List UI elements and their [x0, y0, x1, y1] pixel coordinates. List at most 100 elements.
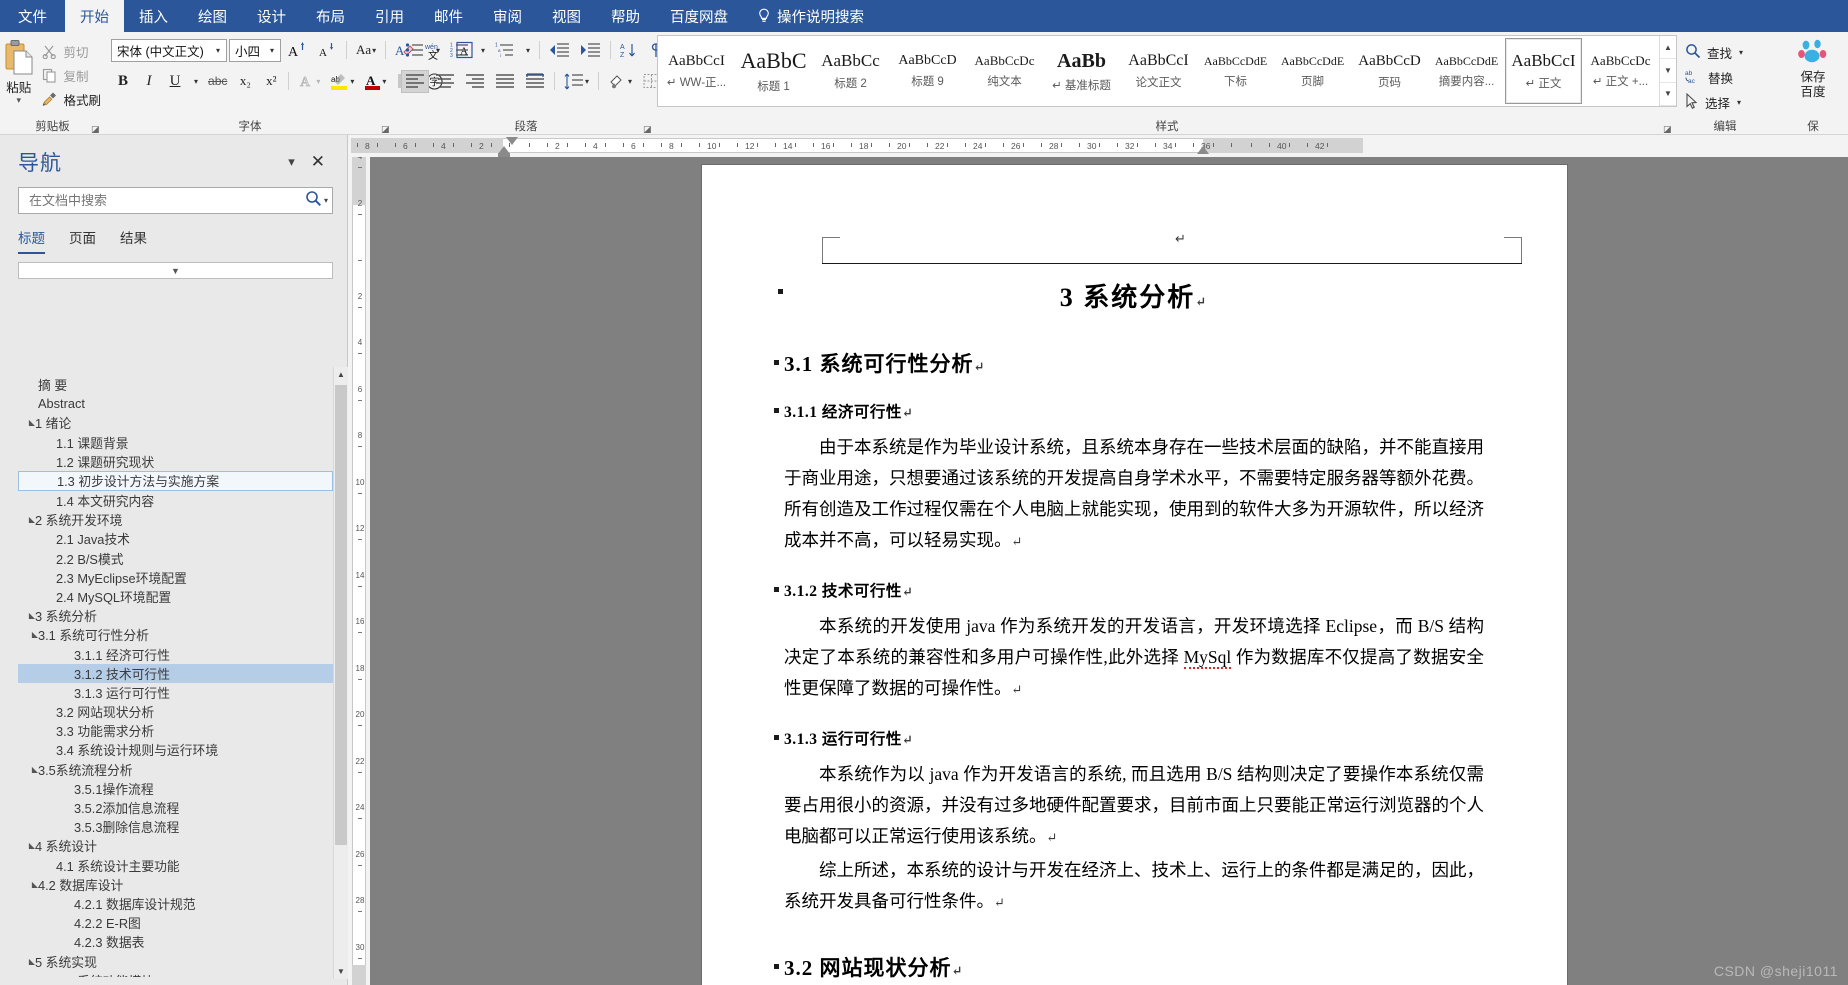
scrollbar-thumb[interactable]: [335, 385, 347, 845]
toc-item[interactable]: 3.1.2 技术可行性: [18, 663, 333, 683]
search-input-wrap[interactable]: ▾: [18, 187, 333, 214]
numbering-button[interactable]: 123: [446, 39, 474, 62]
style-item[interactable]: AaBb ↵ 基准标题: [1043, 38, 1120, 104]
tab-draw[interactable]: 绘图: [183, 0, 242, 32]
toc-item[interactable]: 1.3 初步设计方法与实施方案: [18, 470, 333, 491]
styles-dialog-launcher[interactable]: ◪: [1663, 124, 1673, 134]
highlight-button[interactable]: ab ▾: [326, 70, 358, 93]
style-item[interactable]: AaBbCc 标题 2: [812, 38, 889, 104]
toc-item[interactable]: 3.5.3删除信息流程: [18, 817, 333, 836]
collapse-triangle-icon[interactable]: ◢: [25, 880, 38, 889]
collapse-triangle-icon[interactable]: ◢: [22, 611, 35, 620]
toc-item[interactable]: 1.1 课题背景: [18, 433, 333, 452]
toc-item[interactable]: ◢ 5 系统实现: [18, 951, 333, 970]
toc-item[interactable]: 4.2.1 数据库设计规范: [18, 894, 333, 913]
format-painter-button[interactable]: 格式刷: [37, 89, 105, 110]
style-item[interactable]: AaBbC 标题 1: [735, 38, 812, 104]
tab-design[interactable]: 设计: [242, 0, 301, 32]
close-icon[interactable]: ✕: [303, 152, 333, 172]
tab-help[interactable]: 帮助: [596, 0, 655, 32]
align-center-button[interactable]: [431, 70, 459, 93]
document-area[interactable]: ↵ 3 系统分析↵ 3.1 系统可行性分析↵ 3.1.1 经济可行性↵ 由于本系统是…: [370, 157, 1848, 985]
toc-item[interactable]: 3.4 系统设计规则与运行环境: [18, 740, 333, 759]
toc-item[interactable]: 4.1 系统设计主要功能: [18, 856, 333, 875]
strikethrough-button[interactable]: abc: [204, 70, 231, 93]
change-case-button[interactable]: Aa ▾: [352, 39, 380, 62]
shading-button[interactable]: ▾: [604, 70, 636, 93]
clipboard-dialog-launcher[interactable]: ◪: [91, 124, 101, 134]
collapse-triangle-icon[interactable]: ◢: [22, 418, 35, 427]
font-dialog-launcher[interactable]: ◪: [381, 124, 391, 134]
distribute-button[interactable]: [521, 70, 549, 93]
increase-indent-button[interactable]: [576, 39, 605, 62]
scroll-down-button[interactable]: ▼: [334, 964, 348, 979]
toc-item[interactable]: 3.1.3 运行可行性: [18, 683, 333, 702]
toc-item[interactable]: ◢ 3 系统分析: [18, 606, 333, 625]
text-effects-button[interactable]: A ▾: [294, 70, 324, 93]
document-body[interactable]: 3 系统分析↵ 3.1 系统可行性分析↵ 3.1.1 经济可行性↵ 由于本系统是作为…: [774, 277, 1484, 985]
vertical-ruler[interactable]: 4224681012141618202224262830: [348, 135, 370, 985]
underline-button[interactable]: U: [163, 70, 187, 93]
style-item[interactable]: AaBbCcD 页码: [1351, 38, 1428, 104]
toc-item[interactable]: 2.3 MyEclipse环境配置: [18, 568, 333, 587]
horizontal-ruler[interactable]: 8 6 4 2 2 4 6 8 10 12 14 16 18 20 22 24 26 28 30 32 34 36 40 42: [351, 135, 1848, 157]
toc-item[interactable]: 2.1 Java技术: [18, 529, 333, 548]
align-right-button[interactable]: [461, 70, 489, 93]
toc-item[interactable]: 4.2.2 E-R图: [18, 913, 333, 932]
style-item[interactable]: AaBbCcDc 纯文本: [966, 38, 1043, 104]
styles-gallery-scroll[interactable]: ▲ ▼ ▼: [1659, 36, 1676, 106]
document-page[interactable]: ↵ 3 系统分析↵ 3.1 系统可行性分析↵ 3.1.1 经济可行性↵ 由于本系统是…: [702, 165, 1567, 985]
tab-home[interactable]: 开始: [65, 0, 124, 32]
italic-button[interactable]: I: [137, 70, 161, 93]
multilevel-list-button[interactable]: 1ai: [491, 39, 519, 62]
styles-scroll-up[interactable]: ▲: [1660, 36, 1676, 60]
nav-tab-results[interactable]: 结果: [120, 227, 147, 254]
grow-font-button[interactable]: A: [283, 39, 311, 62]
nav-collapse-bar[interactable]: ▼: [18, 262, 333, 279]
first-line-indent-marker[interactable]: [506, 137, 518, 145]
search-options-caret-icon[interactable]: ▾: [324, 196, 328, 205]
paragraph-dialog-launcher[interactable]: ◪: [643, 124, 653, 134]
cut-button[interactable]: 剪切: [37, 41, 105, 62]
align-left-button[interactable]: [401, 69, 429, 93]
collapse-triangle-icon[interactable]: ◢: [25, 630, 38, 639]
toc-item[interactable]: 4.2.3 数据表: [18, 932, 333, 951]
font-color-button[interactable]: A ▾: [360, 70, 390, 93]
navigation-scrollbar[interactable]: ▲ ▼: [333, 367, 348, 979]
bullets-button[interactable]: [401, 39, 429, 62]
justify-button[interactable]: [491, 70, 519, 93]
toc-item[interactable]: 1.4 本文研究内容: [18, 491, 333, 510]
collapse-triangle-icon[interactable]: ◢: [22, 515, 35, 524]
tab-view[interactable]: 视图: [537, 0, 596, 32]
style-item[interactable]: AaBbCcD 标题 9: [889, 38, 966, 104]
toc-item[interactable]: 1.2 课题研究现状: [18, 452, 333, 471]
toc-item[interactable]: ◢ 3.5系统流程分析: [18, 760, 333, 779]
nav-tab-pages[interactable]: 页面: [69, 227, 96, 254]
toc-item[interactable]: ◢ 2 系统开发环境: [18, 510, 333, 529]
sort-button[interactable]: AZ: [616, 39, 643, 62]
pane-options-caret-icon[interactable]: ▾: [280, 154, 303, 170]
style-item[interactable]: AaBbCcDdE 下标: [1197, 38, 1274, 104]
search-input[interactable]: [27, 192, 305, 209]
multilevel-dropdown[interactable]: ▾: [521, 39, 534, 62]
superscript-button[interactable]: x²: [259, 70, 283, 93]
toc-item[interactable]: ◢ 4 系统设计: [18, 836, 333, 855]
style-item[interactable]: AaBbCcI ↵ 正文: [1505, 38, 1582, 104]
collapse-triangle-icon[interactable]: ◢: [22, 957, 35, 966]
font-size-combo[interactable]: 小四 ▾: [229, 38, 281, 62]
magnifier-icon[interactable]: [305, 190, 322, 212]
toc-item[interactable]: 3.5.1操作流程: [18, 779, 333, 798]
styles-scroll-down[interactable]: ▼: [1660, 59, 1676, 83]
toc-item[interactable]: 3.5.2添加信息流程: [18, 798, 333, 817]
copy-button[interactable]: 复制: [37, 65, 105, 86]
nav-tab-headings[interactable]: 标题: [18, 227, 45, 254]
scroll-up-button[interactable]: ▲: [334, 367, 348, 382]
replace-button[interactable]: ab ac 替换: [1685, 67, 1743, 87]
tab-file[interactable]: 文件: [0, 0, 65, 32]
toc-item[interactable]: 2.4 MySQL环境配置: [18, 587, 333, 606]
bullets-dropdown[interactable]: ▾: [431, 39, 444, 62]
style-item[interactable]: AaBbCcI 论文正文: [1120, 38, 1197, 104]
style-item[interactable]: AaBbCcDdE 摘要内容...: [1428, 38, 1505, 104]
toc-item[interactable]: ◢ 1 绪论: [18, 413, 333, 432]
tab-review[interactable]: 审阅: [478, 0, 537, 32]
